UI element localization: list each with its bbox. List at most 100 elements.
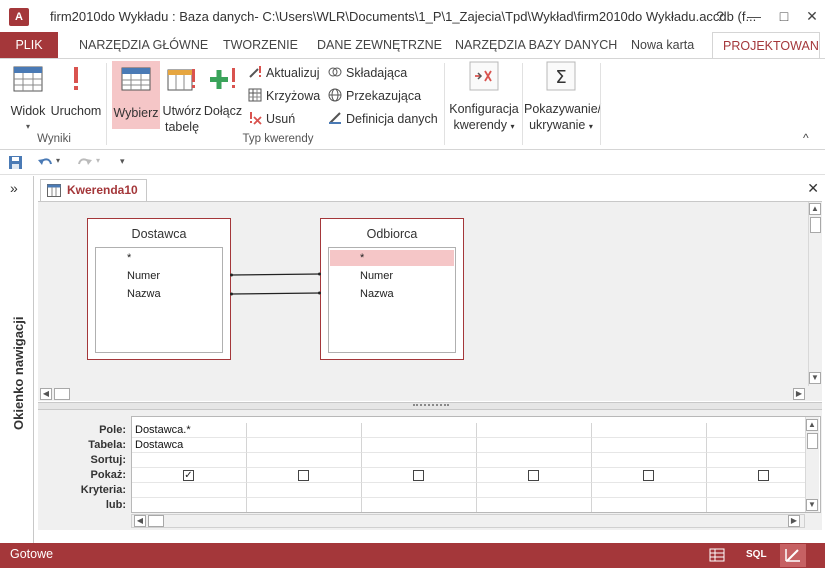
grid-cell-lub[interactable] — [247, 498, 362, 512]
scroll-up-icon[interactable]: ▲ — [809, 203, 821, 215]
save-icon[interactable] — [8, 155, 23, 170]
table-dostawca[interactable]: Dostawca * Numer Nazwa — [87, 218, 231, 360]
grid-cell-tabela[interactable] — [362, 438, 477, 453]
show-hide-button[interactable]: Σ Pokazywanie/ ukrywanie ▾ — [524, 61, 601, 135]
field-item[interactable]: Numer — [330, 268, 454, 284]
scroll-thumb[interactable] — [54, 388, 70, 400]
scroll-right-icon[interactable]: ▶ — [788, 515, 800, 527]
grid-vertical-scrollbar[interactable]: ▲ ▼ — [805, 417, 819, 512]
grid-cell-kryteria[interactable] — [707, 483, 807, 498]
collapse-ribbon-button[interactable]: ^ — [803, 131, 809, 145]
show-checkbox[interactable] — [413, 470, 424, 481]
field-item[interactable]: Numer — [97, 268, 221, 284]
data-definition-button[interactable]: Definicja danych — [328, 109, 438, 129]
field-item[interactable]: Nazwa — [97, 286, 221, 302]
table-odbiorca[interactable]: Odbiorca * Numer Nazwa — [320, 218, 464, 360]
minimize-button[interactable]: — — [742, 6, 766, 26]
select-query-button[interactable]: Wybierz — [112, 61, 160, 129]
grid-cell-pokaz[interactable]: ✓ — [132, 468, 247, 483]
scroll-thumb[interactable] — [807, 433, 818, 449]
customize-qat-button[interactable]: ▾ — [120, 156, 125, 167]
show-checkbox[interactable] — [528, 470, 539, 481]
access-app-icon[interactable]: A — [9, 8, 29, 26]
document-tab[interactable]: Kwerenda10 — [40, 179, 147, 201]
grid-cell-sortuj[interactable] — [247, 453, 362, 468]
grid-cell-tabela[interactable] — [477, 438, 592, 453]
restore-button[interactable]: □ — [772, 6, 796, 26]
tab-nowa-karta[interactable]: Nowa karta — [631, 32, 694, 58]
grid-cell-pokaz[interactable] — [477, 468, 592, 483]
scroll-down-icon[interactable]: ▼ — [806, 499, 818, 511]
grid-cell-pole[interactable] — [362, 423, 477, 438]
grid-cell-kryteria[interactable] — [477, 483, 592, 498]
grid-cell-sortuj[interactable] — [592, 453, 707, 468]
grid-cell-pokaz[interactable] — [247, 468, 362, 483]
join-lines[interactable] — [230, 262, 322, 302]
grid-cell-pokaz[interactable] — [707, 468, 807, 483]
grid-cell-kryteria[interactable] — [132, 483, 247, 498]
grid-cell-pole[interactable] — [707, 423, 807, 438]
show-checkbox[interactable] — [298, 470, 309, 481]
tab-tworzenie[interactable]: TWORZENIE — [223, 32, 298, 58]
scroll-up-icon[interactable]: ▲ — [806, 419, 818, 431]
update-button[interactable]: Aktualizuj — [248, 63, 320, 83]
grid-cell-lub[interactable] — [707, 498, 807, 512]
tab-narzedzia-bazy-danych[interactable]: NARZĘDZIA BAZY DANYCH — [455, 32, 617, 58]
scroll-right-icon[interactable]: ▶ — [793, 388, 805, 400]
show-checkbox[interactable]: ✓ — [183, 470, 194, 481]
crosstab-button[interactable]: Krzyżowa — [248, 86, 320, 106]
grid-cell-sortuj[interactable] — [707, 453, 807, 468]
field-item[interactable]: Nazwa — [330, 286, 454, 302]
tab-narzedzia-glowne[interactable]: NARZĘDZIA GŁÓWNE — [79, 32, 208, 58]
undo-icon[interactable] — [37, 155, 53, 170]
grid-cell-tabela[interactable]: Dostawca — [132, 438, 247, 453]
make-table-button[interactable]: Utwórz tabelę — [161, 65, 203, 135]
grid-cell-pole[interactable] — [477, 423, 592, 438]
grid-cell-sortuj[interactable] — [477, 453, 592, 468]
redo-icon[interactable] — [77, 155, 93, 170]
pass-through-button[interactable]: Przekazująca — [328, 86, 421, 106]
close-button[interactable]: ✕ — [800, 6, 824, 26]
view-button[interactable]: Widok ▾ — [6, 65, 50, 135]
sql-view-button[interactable]: SQL — [746, 549, 767, 560]
grid-cell-lub[interactable] — [362, 498, 477, 512]
vertical-scrollbar[interactable]: ▲ ▼ — [808, 202, 822, 386]
table-pane[interactable]: Dostawca * Numer Nazwa Odbiorca * Numer … — [38, 201, 822, 401]
query-setup-button[interactable]: Konfiguracja kwerendy ▾ — [447, 61, 521, 135]
show-checkbox[interactable] — [758, 470, 769, 481]
close-document-button[interactable]: ✕ — [807, 180, 819, 197]
scroll-thumb[interactable] — [810, 217, 821, 233]
delete-button[interactable]: Usuń — [248, 109, 295, 129]
grid-cell-pole[interactable] — [592, 423, 707, 438]
grid-cell-tabela[interactable] — [707, 438, 807, 453]
grid-cell-sortuj[interactable] — [362, 453, 477, 468]
navigation-pane-label[interactable]: Okienko nawigacji — [11, 317, 26, 430]
grid-cell-pole[interactable]: Dostawca.* — [132, 423, 247, 438]
chevron-down-icon[interactable]: ▾ — [56, 156, 60, 165]
expand-nav-button[interactable]: » — [10, 180, 18, 196]
grid-cell-tabela[interactable] — [592, 438, 707, 453]
scroll-down-icon[interactable]: ▼ — [809, 372, 821, 384]
grid-cell-kryteria[interactable] — [362, 483, 477, 498]
query-design-grid[interactable]: Dostawca.* Dostawca ✓ ▲ ▼ — [131, 416, 821, 513]
grid-horizontal-scrollbar[interactable]: ◀ ▶ — [131, 514, 805, 528]
append-button[interactable]: Dołącz — [203, 65, 243, 119]
grid-cell-pole[interactable] — [247, 423, 362, 438]
grid-cell-kryteria[interactable] — [592, 483, 707, 498]
run-button[interactable]: Uruchom — [50, 65, 102, 119]
grid-cell-lub[interactable] — [132, 498, 247, 512]
field-item[interactable]: * — [97, 250, 221, 266]
grid-cell-sortuj[interactable] — [132, 453, 247, 468]
scroll-left-icon[interactable]: ◀ — [40, 388, 52, 400]
scroll-thumb[interactable] — [148, 515, 164, 527]
help-button[interactable]: ? — [708, 6, 732, 26]
datasheet-view-icon[interactable] — [709, 548, 725, 562]
scroll-left-icon[interactable]: ◀ — [134, 515, 146, 527]
tab-plik[interactable]: PLIK — [0, 32, 58, 58]
grid-cell-pokaz[interactable] — [592, 468, 707, 483]
tab-dane-zewnetrzne[interactable]: DANE ZEWNĘTRZNE — [317, 32, 442, 58]
grid-cell-kryteria[interactable] — [247, 483, 362, 498]
pane-splitter[interactable] — [38, 402, 822, 410]
field-item[interactable]: * — [330, 250, 454, 266]
horizontal-scrollbar[interactable]: ◀ ▶ — [38, 387, 808, 401]
